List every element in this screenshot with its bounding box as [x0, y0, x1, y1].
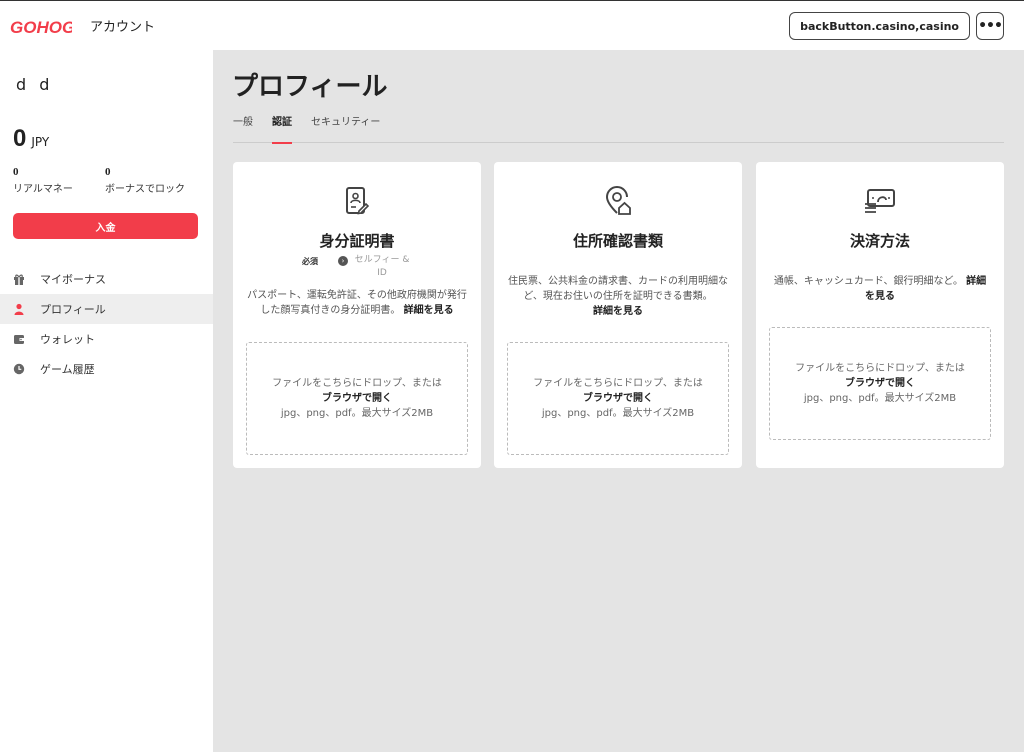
selfie-label: セルフィー & ID — [354, 255, 410, 278]
file-hint: jpg、png、pdf。最大サイズ2MB — [280, 408, 434, 419]
details-link[interactable]: 詳細を見る — [593, 306, 643, 317]
sidebar: d d 0 JPY 0 リアルマネー 0 ボーナスでロック 入金 マイボーナス … — [0, 50, 213, 752]
page-title: プロフィール — [232, 72, 388, 102]
card-title: 決済方法 — [849, 232, 910, 250]
browse-link[interactable]: ブラウザで開く — [247, 391, 467, 406]
payment-method-card: 決済方法 通帳、キャッシュカード、銀行明細など。 詳細を見る ファイルをこちらに… — [756, 162, 1004, 468]
real-money-value: 0 — [13, 166, 19, 178]
balance-amount: 0 — [13, 125, 27, 152]
tab-verification[interactable]: 認証 — [272, 110, 292, 144]
gohog-logo[interactable]: GOHOG! — [10, 13, 72, 39]
clock-icon — [12, 362, 26, 376]
sidebar-item-label: プロフィール — [40, 303, 106, 316]
card-description: パスポート、運転免許証、その他政府機関が発行した顔写真付きの身分証明書。 詳細を… — [247, 288, 467, 318]
card-description: 通帳、キャッシュカード、銀行明細など。 詳細を見る — [770, 274, 990, 304]
sidebar-item-label: ゲーム履歴 — [40, 363, 95, 376]
id-document-card: 身分証明書 必須 › セルフィー & ID パスポート、運転免許証、その他政府機… — [233, 162, 481, 468]
username: d d — [16, 75, 54, 94]
profile-tabs: 一般 認証 セキュリティー — [233, 110, 1004, 144]
tab-general[interactable]: 一般 — [233, 110, 253, 143]
card-title: 住所確認書類 — [572, 232, 663, 250]
sidebar-item-game-history[interactable]: ゲーム履歴 — [0, 354, 213, 384]
account-link[interactable]: アカウント — [90, 16, 155, 35]
sidebar-item-label: ウォレット — [40, 333, 95, 346]
address-proof-card: 住所確認書類 住民票、公共料金の請求書、カードの利用明細など、現在お住いの住所を… — [494, 162, 742, 468]
wallet-icon — [12, 332, 26, 346]
deposit-button[interactable]: 入金 — [13, 213, 198, 239]
top-header: GOHOG! アカウント backButton.casino,casino ••… — [0, 0, 1024, 50]
file-dropzone[interactable]: ファイルをこちらにドロップ、または ブラウザで開く jpg、png、pdf。最大… — [246, 342, 468, 455]
user-icon — [12, 302, 26, 316]
gift-icon — [12, 272, 26, 286]
balance-breakdown: 0 リアルマネー 0 ボーナスでロック — [13, 166, 197, 195]
more-menu-button[interactable]: ••• — [976, 12, 1004, 40]
domain-button[interactable]: backButton.casino,casino — [789, 12, 970, 40]
selfie-tag[interactable]: › セルフィー & ID — [338, 254, 412, 280]
file-dropzone[interactable]: ファイルをこちらにドロップ、または ブラウザで開く jpg、png、pdf。最大… — [507, 342, 729, 455]
required-tag: 必須 — [302, 257, 318, 266]
file-dropzone[interactable]: ファイルをこちらにドロップ、または ブラウザで開く jpg、png、pdf。最大… — [769, 327, 991, 440]
balance: 0 JPY — [13, 125, 49, 153]
sidebar-item-wallet[interactable]: ウォレット — [0, 324, 213, 354]
svg-text:GOHOG!: GOHOG! — [10, 18, 72, 37]
details-link[interactable]: 詳細を見る — [404, 305, 454, 316]
file-hint: jpg、png、pdf。最大サイズ2MB — [803, 393, 957, 404]
description-text: 通帳、キャッシュカード、銀行明細など。 — [773, 276, 963, 287]
sidebar-nav: マイボーナス プロフィール ウォレット ゲーム履歴 — [0, 264, 213, 384]
file-hint: jpg、png、pdf。最大サイズ2MB — [541, 408, 695, 419]
balance-currency: JPY — [31, 135, 50, 149]
bonus-locked-label: ボーナスでロック — [105, 184, 185, 195]
bonus-locked-stat: 0 ボーナスでロック — [105, 166, 197, 195]
id-document-icon — [346, 187, 370, 215]
real-money-label: リアルマネー — [13, 184, 73, 195]
browse-link[interactable]: ブラウザで開く — [508, 391, 728, 406]
real-money-stat: 0 リアルマネー — [13, 166, 105, 195]
payment-icon — [865, 189, 895, 213]
sidebar-item-label: マイボーナス — [40, 273, 106, 286]
tab-security[interactable]: セキュリティー — [311, 110, 380, 143]
sidebar-item-my-bonus[interactable]: マイボーナス — [0, 264, 213, 294]
browse-link[interactable]: ブラウザで開く — [770, 376, 990, 391]
card-description: 住民票、公共料金の請求書、カードの利用明細など、現在お住いの住所を証明できる書類… — [508, 274, 728, 319]
sidebar-item-profile[interactable]: プロフィール — [0, 294, 213, 324]
location-home-icon — [605, 186, 631, 215]
logo-mark: GOHOG! — [10, 18, 72, 37]
requirement-tags: 必須 › セルフィー & ID — [233, 254, 481, 280]
drop-text: ファイルをこちらにドロップ、または — [533, 378, 703, 389]
card-title: 身分証明書 — [319, 232, 395, 250]
chevron-right-icon: › — [338, 256, 348, 266]
drop-text: ファイルをこちらにドロップ、または — [795, 363, 965, 374]
description-text: 住民票、公共料金の請求書、カードの利用明細など、現在お住いの住所を証明できる書類… — [508, 276, 728, 302]
bonus-locked-value: 0 — [105, 166, 111, 178]
drop-text: ファイルをこちらにドロップ、または — [272, 378, 442, 389]
header-actions: backButton.casino,casino ••• — [789, 12, 1004, 40]
